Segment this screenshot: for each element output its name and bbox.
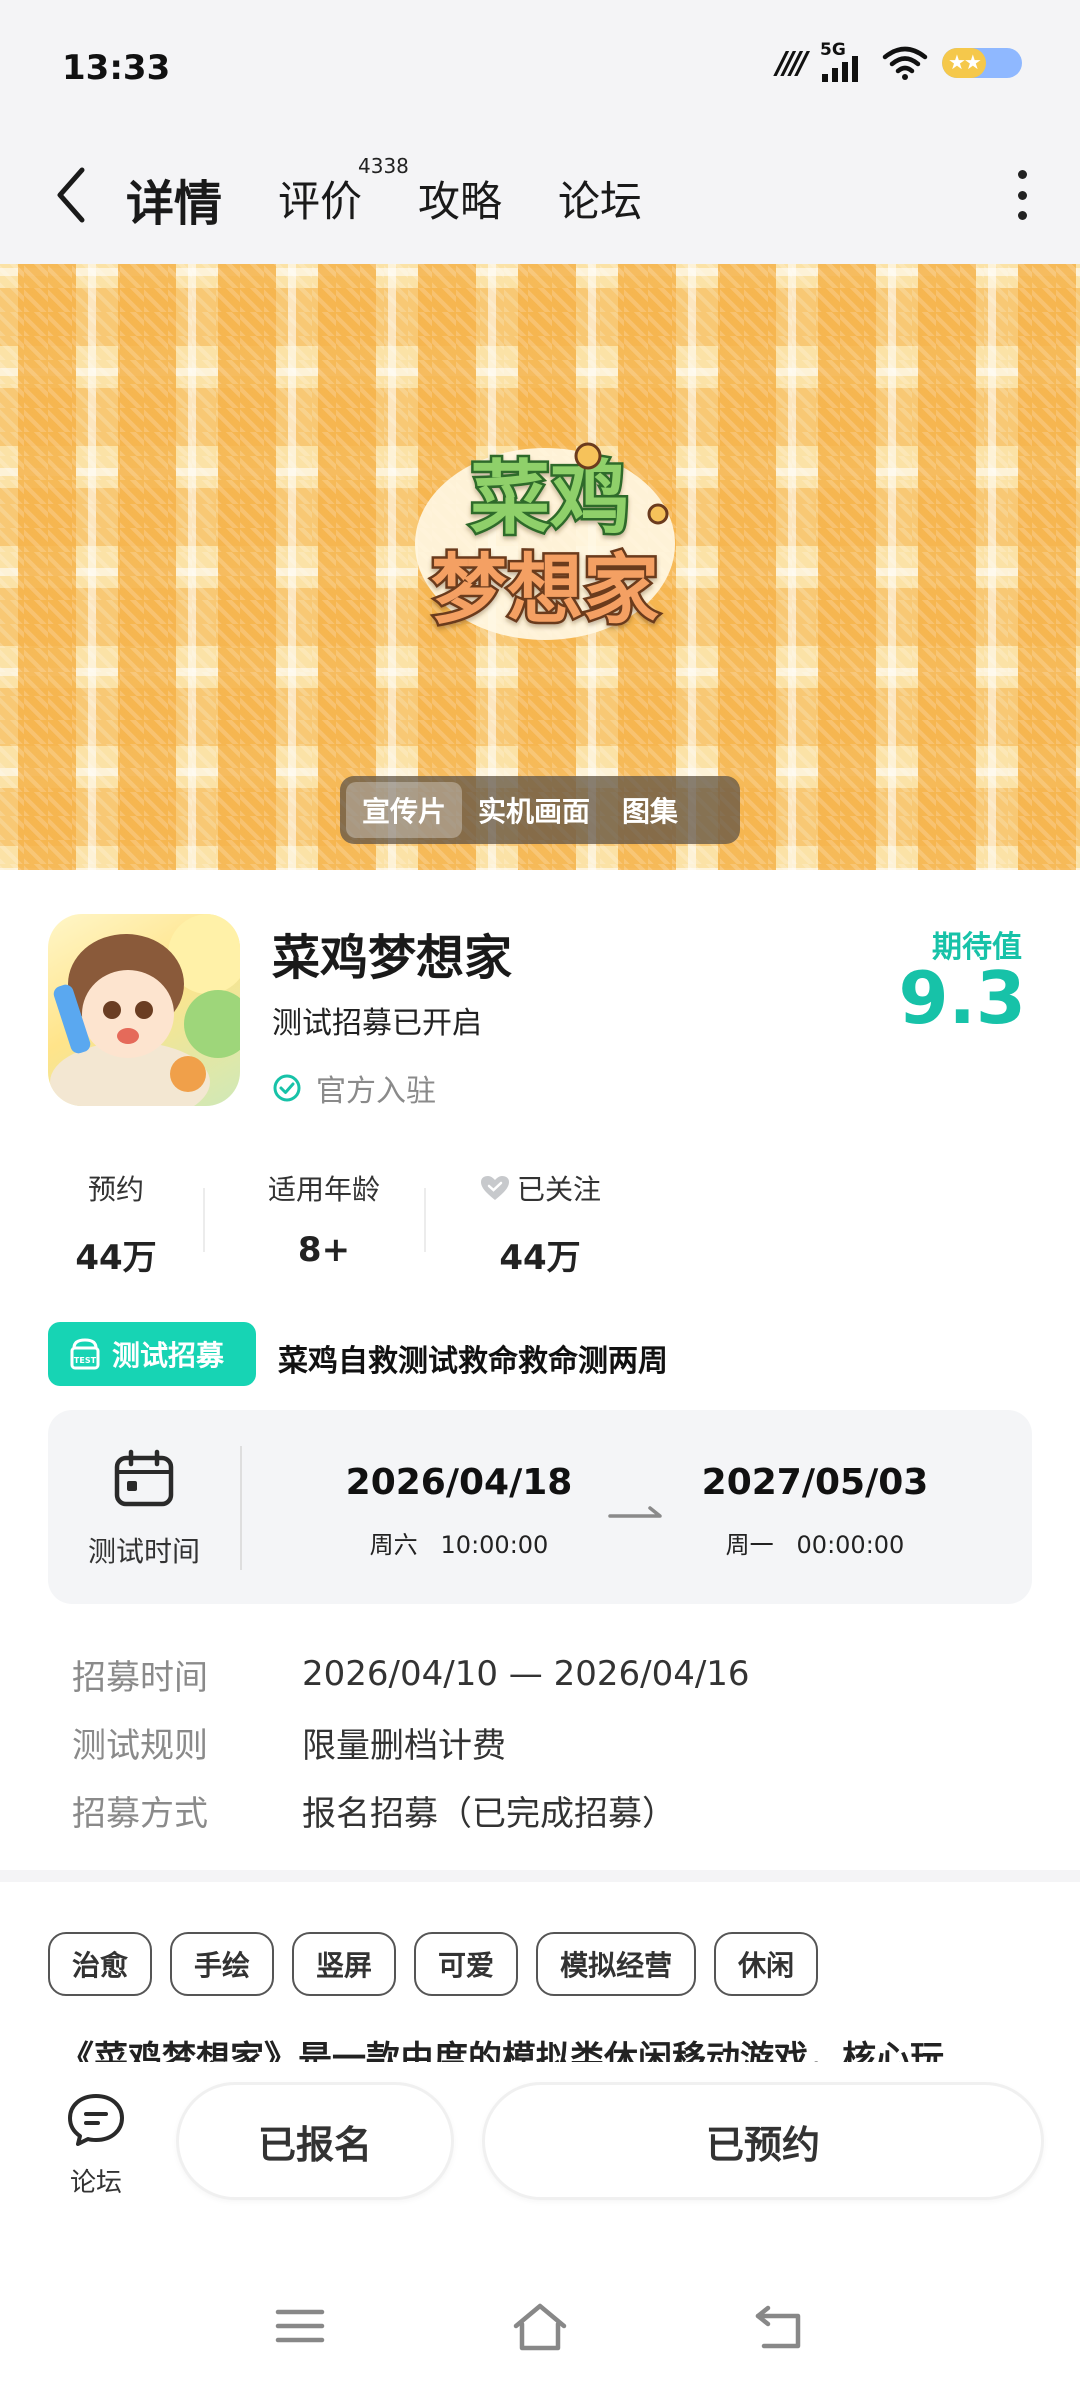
menu-icon[interactable] xyxy=(272,2302,328,2350)
tab-reviews[interactable]: 评价 xyxy=(278,168,362,229)
stats-row: 预约 44万 适用年龄 8+ 已关注 44万 xyxy=(48,1168,648,1278)
stat-follow-value: 44万 xyxy=(499,1238,581,1278)
game-icon-art xyxy=(50,914,240,1106)
stat-reservations-value: 44万 xyxy=(75,1238,157,1278)
info-value: 报名招募（已完成招募） xyxy=(302,1793,676,1834)
tag-chip[interactable]: 竖屏 xyxy=(292,1932,397,1996)
tag-chip[interactable]: 休闲 xyxy=(714,1932,819,1996)
test-end-date: 2027/05/03 xyxy=(701,1462,929,1503)
stat-divider xyxy=(203,1188,205,1252)
stat-age-value: 8+ xyxy=(297,1230,351,1270)
svg-text:TEST: TEST xyxy=(74,1356,97,1365)
stat-reservations-label: 预约 xyxy=(87,1173,144,1206)
test-recruit-label: 测试招募 xyxy=(112,1339,225,1372)
home-icon[interactable] xyxy=(510,2302,570,2352)
info-value: 限量删档计费 xyxy=(302,1725,506,1766)
test-title: 菜鸡自救测试救命救命测两周 xyxy=(278,1344,668,1379)
test-flask-icon: TEST xyxy=(70,1338,100,1370)
info-row-recruit-method: 招募方式 报名招募（已完成招募） xyxy=(72,1776,1012,1844)
test-time-card: 测试时间 2026/04/18 周六 10:00:00 2027/05/03 周… xyxy=(48,1410,1032,1604)
media-tab-gallery[interactable]: 图集 xyxy=(606,782,694,838)
tab-details[interactable]: 详情 xyxy=(122,164,227,238)
tab-guides[interactable]: 攻略 xyxy=(418,168,502,229)
expectation-score: 9.3 xyxy=(898,956,1026,1040)
stat-age-label: 适用年龄 xyxy=(267,1173,380,1206)
test-end: 2027/05/03 周一 00:00:00 xyxy=(690,1462,940,1560)
arrow-right-icon xyxy=(608,1506,662,1518)
official-label: 官方入驻 xyxy=(316,1074,436,1109)
section-divider xyxy=(0,1870,1080,1882)
media-tab-trailer[interactable]: 宣传片 xyxy=(346,782,463,838)
heart-icon xyxy=(480,1176,509,1200)
test-end-time: 周一 00:00:00 xyxy=(725,1531,905,1559)
chat-bubble-icon xyxy=(68,2094,124,2146)
top-nav: 详情 评价 4338 攻略 论坛 xyxy=(0,130,1080,264)
forum-shortcut[interactable]: 论坛 xyxy=(56,2092,136,2199)
stat-age-rating: 适用年龄 8+ xyxy=(244,1168,404,1270)
back-nav-icon[interactable] xyxy=(752,2302,808,2352)
stat-reservations: 预约 44万 xyxy=(58,1168,174,1279)
forum-shortcut-label: 论坛 xyxy=(69,2168,122,2198)
stat-follow-label: 已关注 xyxy=(516,1173,601,1206)
logo-text-line2: 梦想家 xyxy=(431,545,659,634)
stat-divider xyxy=(424,1188,426,1252)
description-text: 《菜鸡梦想家》是一款由度的模拟类休闲移动游戏，核心玩 xyxy=(60,2039,944,2062)
game-logo: 菜鸡 梦想家 xyxy=(415,442,675,640)
tag-chip[interactable]: 可爱 xyxy=(414,1932,519,1996)
more-dot-icon xyxy=(1017,170,1027,179)
stat-follow[interactable]: 已关注 44万 xyxy=(460,1168,620,1279)
tag-chip[interactable]: 手绘 xyxy=(170,1932,275,1996)
test-info-list: 招募时间 2026/04/10 — 2026/04/16 测试规则 限量删档计费… xyxy=(72,1640,1012,1844)
test-start: 2026/04/18 周六 10:00:00 xyxy=(334,1462,584,1560)
reviews-count-badge: 4338 xyxy=(358,154,409,178)
game-title: 菜鸡梦想家 xyxy=(272,930,513,986)
test-start-date: 2026/04/18 xyxy=(345,1462,573,1503)
wifi-icon xyxy=(882,46,928,80)
signed-up-button[interactable]: 已报名 xyxy=(176,2082,454,2200)
verified-check-icon xyxy=(273,1074,301,1102)
tab-guides-label: 攻略 xyxy=(418,177,503,226)
tab-forum[interactable]: 论坛 xyxy=(558,168,642,229)
info-row-test-rules: 测试规则 限量删档计费 xyxy=(72,1708,1012,1776)
tag-list: 治愈 手绘 竖屏 可爱 模拟经营 休闲 xyxy=(48,1932,819,1996)
info-key: 测试规则 xyxy=(72,1725,208,1766)
system-nav-bar xyxy=(0,2262,1080,2400)
media-tabs: 宣传片 实机画面 图集 xyxy=(340,776,740,844)
info-row-recruit-time: 招募时间 2026/04/10 — 2026/04/16 xyxy=(72,1640,1012,1708)
info-value: 2026/04/10 — 2026/04/16 xyxy=(302,1654,750,1694)
test-time-label: 测试时间 xyxy=(87,1535,200,1568)
status-bar: 13:33 //// 5G ★★ xyxy=(0,0,1080,130)
chevron-left-icon xyxy=(57,167,85,223)
cellular-5g-icon: 5G xyxy=(818,40,868,82)
official-badge: 官方入驻 xyxy=(272,1066,436,1110)
logo-text-line1: 菜鸡 xyxy=(470,452,630,545)
test-recruit-badge: TEST 测试招募 xyxy=(48,1322,256,1386)
tag-chip[interactable]: 治愈 xyxy=(48,1932,153,1996)
status-time: 13:33 xyxy=(62,48,171,88)
test-time-block: 测试时间 xyxy=(48,1410,240,1604)
card-divider xyxy=(240,1446,242,1570)
test-start-time: 周六 10:00:00 xyxy=(369,1531,549,1559)
description-preview: 《菜鸡梦想家》是一款由度的模拟类休闲移动游戏，核心玩 xyxy=(60,2036,1040,2062)
game-icon[interactable] xyxy=(48,914,240,1106)
status-icons: //// 5G ★★ xyxy=(776,40,1022,82)
bottom-action-bar: 论坛 已报名 已预约 xyxy=(0,2062,1080,2262)
tab-forum-label: 论坛 xyxy=(558,177,643,226)
back-button[interactable] xyxy=(48,160,98,230)
info-key: 招募时间 xyxy=(72,1657,208,1698)
signal-strength-icon: //// xyxy=(776,45,808,81)
tab-reviews-label: 评价 xyxy=(278,177,363,226)
tab-details-label: 详情 xyxy=(126,176,223,232)
more-options-button[interactable] xyxy=(1012,170,1032,220)
media-banner[interactable]: 菜鸡 梦想家 宣传片 实机画面 图集 xyxy=(0,264,1080,870)
reserved-button[interactable]: 已预约 xyxy=(482,2082,1044,2200)
battery-icon: ★★ xyxy=(942,48,1022,78)
game-subtitle: 测试招募已开启 xyxy=(272,1006,482,1041)
calendar-icon xyxy=(114,1449,174,1507)
media-tab-gameplay[interactable]: 实机画面 xyxy=(462,782,606,838)
tag-chip[interactable]: 模拟经营 xyxy=(536,1932,697,1996)
info-key: 招募方式 xyxy=(72,1793,208,1834)
